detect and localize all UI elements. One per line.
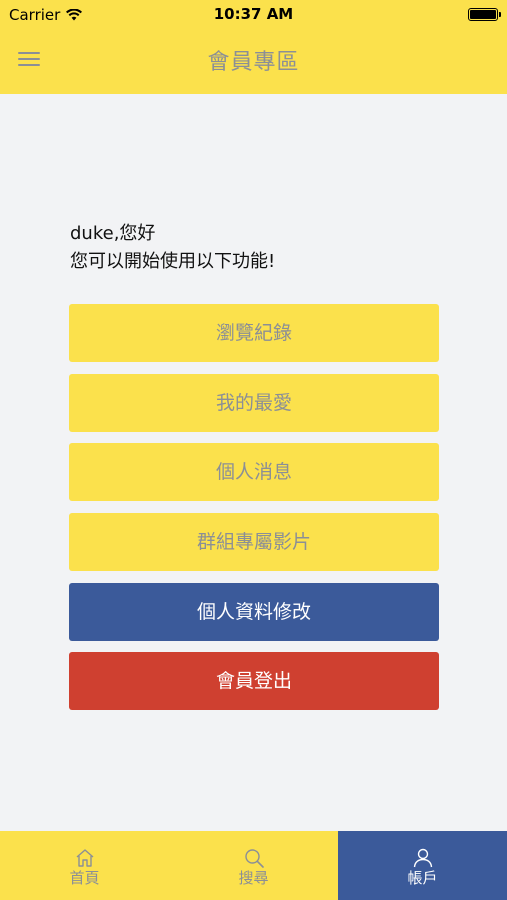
tab-home[interactable]: 首頁 <box>0 831 169 900</box>
logout-button[interactable]: 會員登出 <box>69 652 439 710</box>
status-time: 10:37 AM <box>213 5 294 23</box>
tab-search-label: 搜尋 <box>238 869 269 887</box>
browse-history-button[interactable]: 瀏覽紀錄 <box>69 304 439 362</box>
edit-profile-button[interactable]: 個人資料修改 <box>69 583 439 641</box>
status-bar: Carrier 10:37 AM <box>0 0 507 28</box>
page-title: 會員專區 <box>207 50 300 75</box>
home-icon <box>76 849 93 867</box>
tab-account-label: 帳戶 <box>407 869 438 887</box>
tab-bar: 首頁 搜尋 帳戶 <box>0 831 507 900</box>
search-icon <box>244 849 264 868</box>
greeting-text: duke,您好 您可以開始使用以下功能! <box>70 220 275 276</box>
top-bar: Carrier 10:37 AM 會員專區 <box>0 0 507 94</box>
personal-messages-button[interactable]: 個人消息 <box>69 443 439 501</box>
app-screen: Carrier 10:37 AM 會員專區 duke,您好 您可以開始使用以下功… <box>0 0 507 900</box>
tab-search[interactable]: 搜尋 <box>169 831 338 900</box>
greeting-user: duke,您好 <box>70 223 156 244</box>
group-videos-button[interactable]: 群組專屬影片 <box>69 513 439 571</box>
tab-account[interactable]: 帳戶 <box>338 831 507 900</box>
user-icon <box>413 848 432 868</box>
tab-home-label: 首頁 <box>69 869 100 887</box>
navigation-bar: 會員專區 <box>0 28 507 94</box>
greeting-instruction: 您可以開始使用以下功能! <box>70 251 276 272</box>
battery-icon <box>468 8 501 21</box>
favorites-button[interactable]: 我的最愛 <box>69 374 439 432</box>
